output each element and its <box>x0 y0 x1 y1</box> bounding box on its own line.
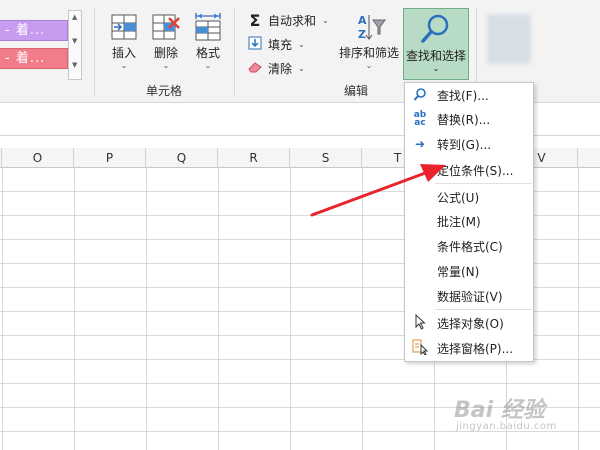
menu-item-label: 转到(G)... <box>437 137 492 152</box>
sigma-icon: Σ <box>249 10 261 30</box>
svg-text:Z: Z <box>358 28 366 41</box>
group-separator <box>234 8 235 96</box>
baidu-watermark-url: jingyan.baidu.com <box>456 421 557 432</box>
svg-text:A: A <box>358 14 367 27</box>
delete-button[interactable]: 删除 ⌄ <box>150 12 182 71</box>
menu-item-label: 选择对象(O) <box>437 316 504 331</box>
menu-item-label: 数据验证(V) <box>437 289 503 304</box>
arrow-right-icon: ➜ <box>414 137 426 151</box>
menu-item-label: 定位条件(S)... <box>437 163 514 178</box>
menu-item-goto-special[interactable]: 定位条件(S)... <box>405 158 533 182</box>
menu-item-label: 查找(F)... <box>437 88 489 103</box>
autosum-button[interactable]: Σ 自动求和 ⌄ <box>246 10 329 30</box>
menu-divider <box>435 183 532 184</box>
menu-item-conditional-formatting[interactable]: 条件格式(C) <box>405 234 533 258</box>
sort-filter-button[interactable]: A Z 排序和筛选 ⌄ <box>338 12 400 71</box>
editing-group-label: 编辑 <box>344 84 369 98</box>
chevron-down-icon: ⌄ <box>162 61 170 70</box>
menu-item-data-validation[interactable]: 数据验证(V) <box>405 284 533 308</box>
chevron-down-icon: ⌄ <box>322 15 329 25</box>
gallery-more-icon[interactable]: ▼ <box>72 61 77 69</box>
chevron-down-icon: ⌄ <box>432 64 440 73</box>
insert-label: 插入 <box>111 46 136 60</box>
fill-button[interactable]: 填充 ⌄ <box>246 34 305 54</box>
menu-item-select-objects[interactable]: 选择对象(O) <box>405 311 533 335</box>
column-header-q[interactable]: Q <box>146 148 218 168</box>
format-cells-icon <box>195 13 221 41</box>
eraser-icon <box>246 61 264 76</box>
menu-item-label: 条件格式(C) <box>437 239 503 254</box>
menu-item-label: 选择窗格(P)... <box>437 341 514 356</box>
delete-cells-icon <box>152 14 180 40</box>
format-label: 格式 <box>195 46 220 60</box>
column-header-s[interactable]: S <box>290 148 362 168</box>
menu-item-constants[interactable]: 常量(N) <box>405 259 533 283</box>
menu-item-label: 批注(M) <box>437 214 481 229</box>
selection-pane-icon <box>409 339 431 358</box>
menu-item-label: 替换(R)... <box>437 112 491 127</box>
column-header-o[interactable]: O <box>2 148 74 168</box>
cell-style-1[interactable]: - 着... <box>0 20 68 41</box>
find-select-button[interactable]: 查找和选择 ⌄ <box>403 8 469 80</box>
sort-filter-icon: A Z <box>358 14 386 41</box>
autosum-label: 自动求和 <box>268 13 317 28</box>
scroll-up-icon[interactable]: ▲ <box>72 13 77 21</box>
insert-cells-icon <box>111 14 137 40</box>
find-select-label: 查找和选择 <box>405 49 466 63</box>
menu-item-selection-pane[interactable]: 选择窗格(P)... <box>405 336 533 360</box>
menu-item-label: 常量(N) <box>437 264 480 279</box>
delete-label: 删除 <box>153 46 178 60</box>
menu-item-label: 公式(U) <box>437 190 480 205</box>
insert-button[interactable]: 插入 ⌄ <box>108 12 140 71</box>
search-icon <box>409 87 431 104</box>
chevron-down-icon: ⌄ <box>365 61 373 70</box>
blurred-addin-icon[interactable] <box>487 14 531 64</box>
select-objects-icon <box>409 313 431 333</box>
baidu-watermark: Bai 经验 <box>454 398 545 423</box>
clear-label: 清除 <box>268 61 293 76</box>
chevron-down-icon: ⌄ <box>204 61 212 70</box>
replace-icon: ab ac <box>413 110 427 128</box>
fill-label: 填充 <box>268 37 293 52</box>
menu-item-goto[interactable]: ➜ 转到(G)... <box>405 132 533 156</box>
cells-group-label: 单元格 <box>146 84 183 98</box>
fill-down-icon <box>246 36 264 53</box>
menu-item-comments[interactable]: 批注(M) <box>405 209 533 233</box>
sort-filter-label: 排序和筛选 <box>338 46 399 60</box>
styles-gallery-scroll[interactable]: ▲ ▼ ▼ <box>68 10 82 80</box>
menu-item-find[interactable]: 查找(F)... <box>405 83 533 107</box>
column-header-p[interactable]: P <box>74 148 146 168</box>
group-separator <box>94 8 95 96</box>
format-button[interactable]: 格式 ⌄ <box>192 12 224 71</box>
find-select-menu: 查找(F)... ab ac 替换(R)... ➜ 转到(G)... 定位条件(S… <box>404 82 534 362</box>
column-header-r[interactable]: R <box>218 148 290 168</box>
cell-style-2[interactable]: - 着... <box>0 48 68 69</box>
magnifier-icon <box>421 14 449 43</box>
menu-item-formulas[interactable]: 公式(U) <box>405 185 533 209</box>
chevron-down-icon: ⌄ <box>298 63 305 73</box>
clear-button[interactable]: 清除 ⌄ <box>246 58 305 78</box>
scroll-down-icon[interactable]: ▼ <box>72 37 77 45</box>
menu-divider <box>435 309 532 310</box>
chevron-down-icon: ⌄ <box>298 39 305 49</box>
menu-item-replace[interactable]: ab ac 替换(R)... <box>405 107 533 131</box>
chevron-down-icon: ⌄ <box>120 61 128 70</box>
